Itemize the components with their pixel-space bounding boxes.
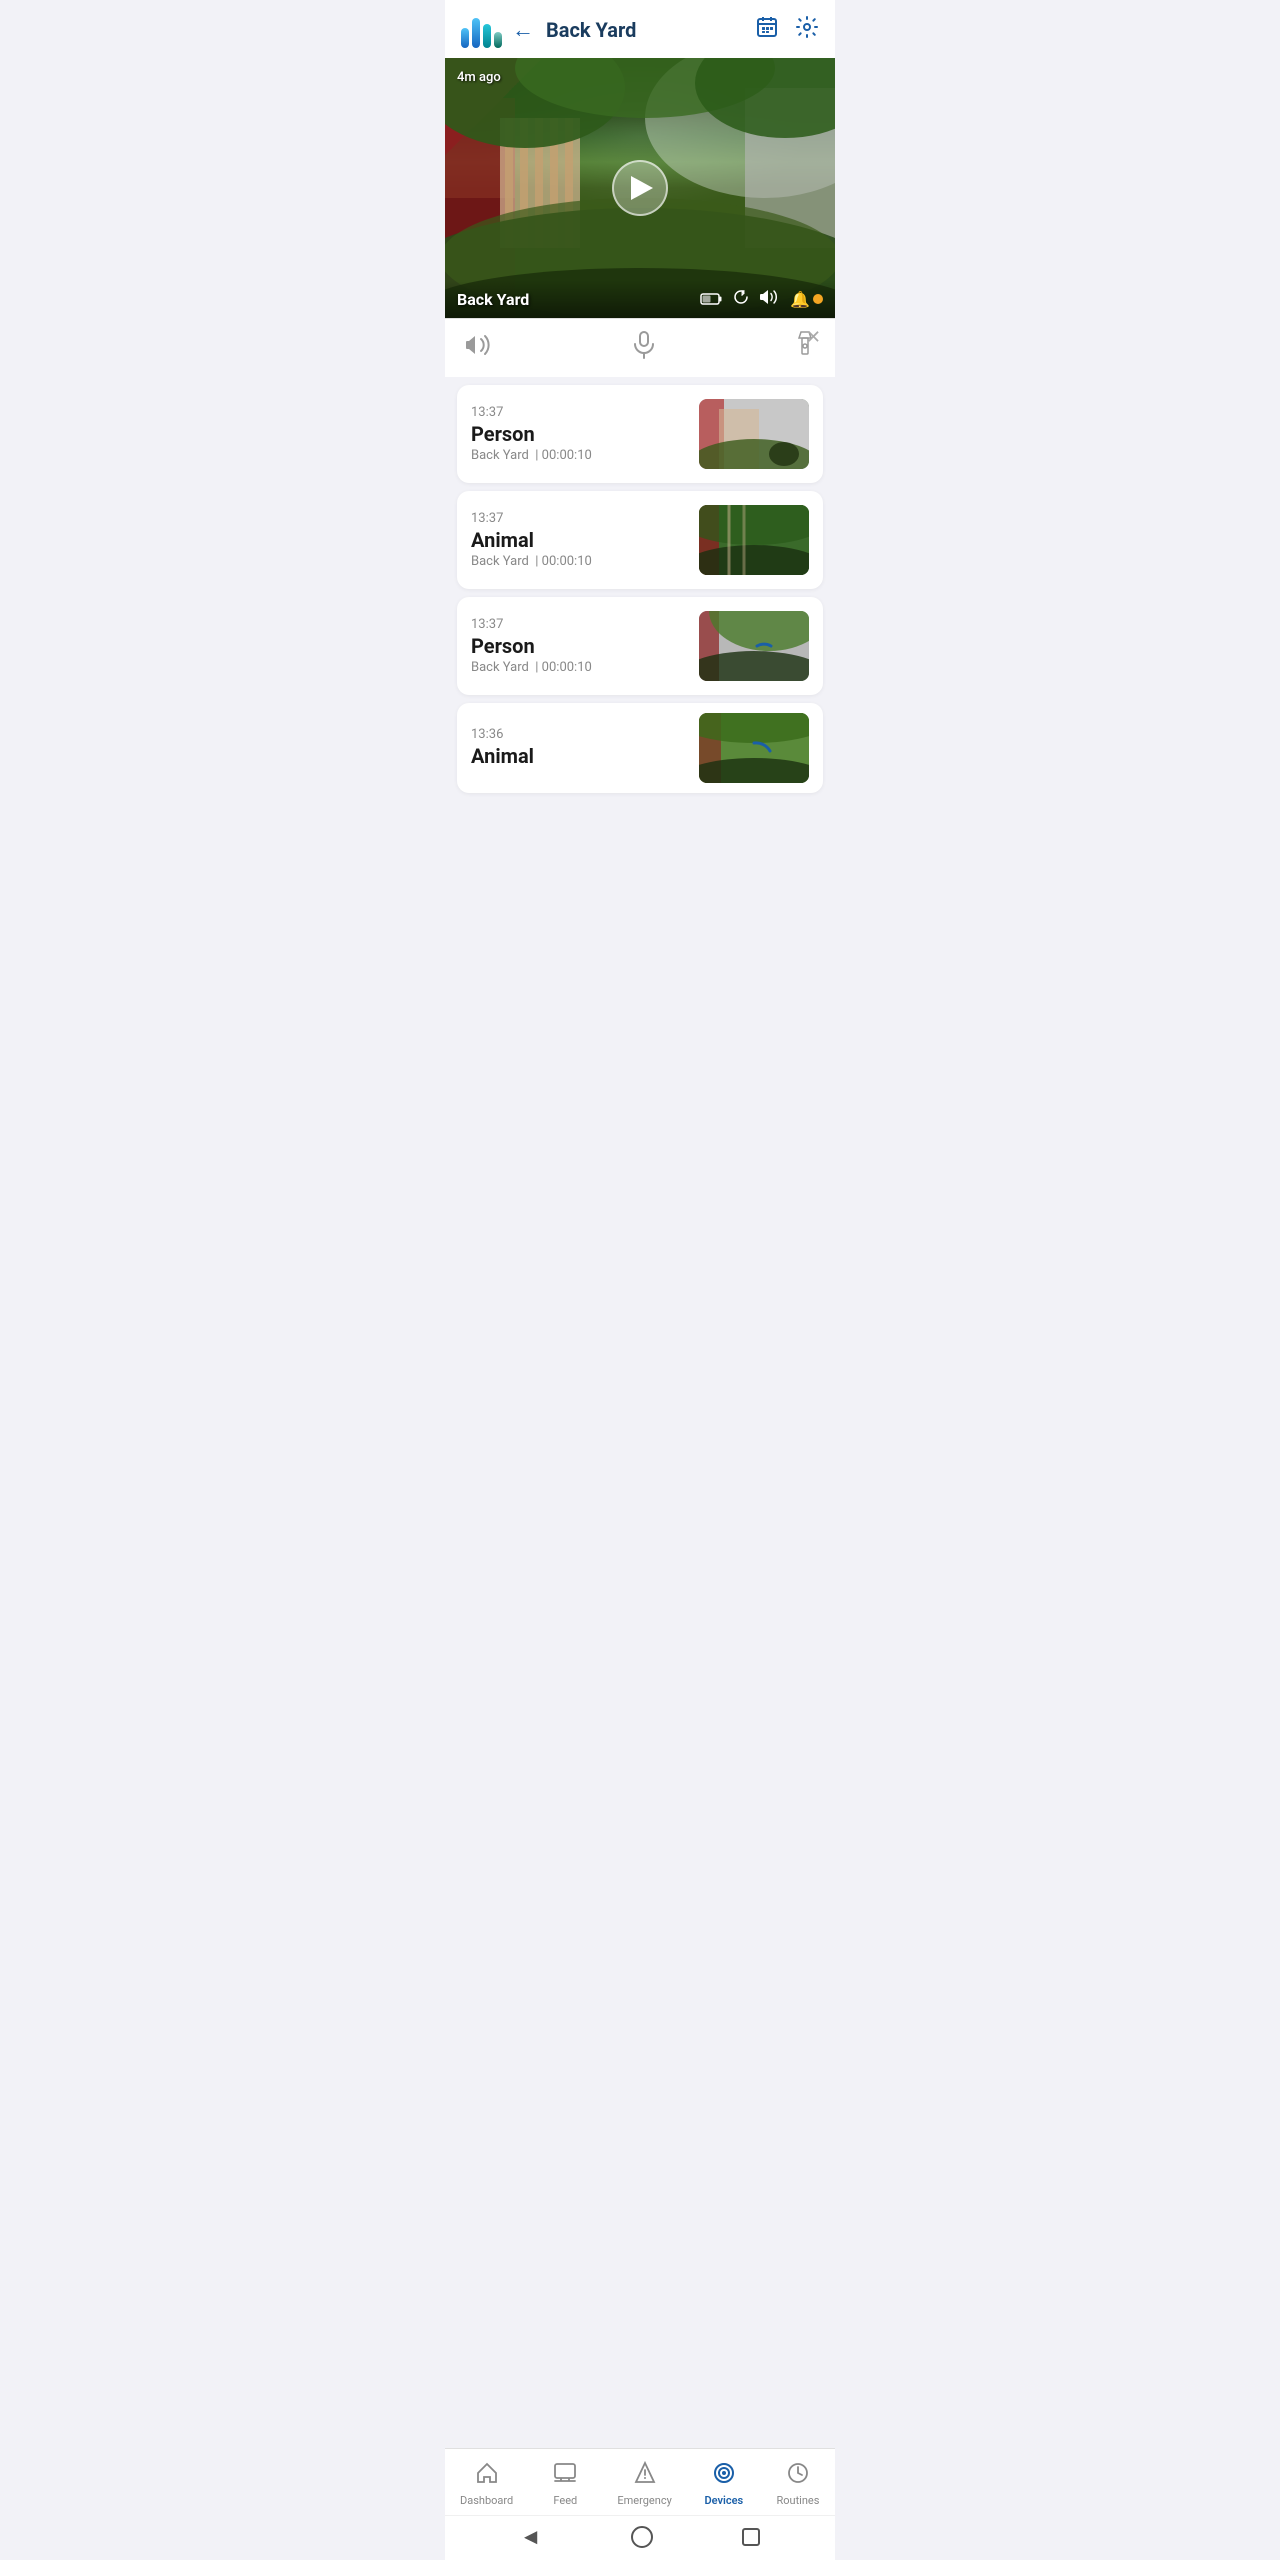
routines-icon bbox=[786, 2461, 810, 2491]
event-card-partial[interactable]: 13:36 Animal bbox=[457, 703, 823, 793]
event-meta: Back Yard | 00:00:10 bbox=[471, 554, 687, 569]
nav-label-dashboard: Dashboard bbox=[460, 2494, 513, 2507]
dashboard-icon bbox=[475, 2461, 499, 2491]
event-type: Person bbox=[471, 422, 687, 446]
camera-controls: 🔔 bbox=[700, 288, 823, 310]
volume-icon[interactable] bbox=[465, 333, 493, 363]
event-card[interactable]: 13:37 Person Back Yard | 00:00:10 bbox=[457, 597, 823, 695]
speaker-icon[interactable] bbox=[760, 288, 780, 310]
event-card[interactable]: 13:37 Person Back Yard | 00:00:10 bbox=[457, 385, 823, 483]
logo-bar-2 bbox=[472, 18, 480, 48]
event-info: 13:37 Animal Back Yard | 00:00:10 bbox=[471, 511, 699, 569]
event-info: 13:36 Animal bbox=[471, 727, 699, 770]
logo-bar-1 bbox=[461, 28, 469, 48]
event-card[interactable]: 13:37 Animal Back Yard | 00:00:10 bbox=[457, 491, 823, 589]
event-time: 13:37 bbox=[471, 405, 687, 420]
back-button[interactable]: ← bbox=[512, 17, 534, 43]
event-time: 13:37 bbox=[471, 511, 687, 526]
home-system-button[interactable] bbox=[631, 2526, 653, 2548]
nav-label-devices: Devices bbox=[705, 2494, 744, 2507]
event-type: Animal bbox=[471, 528, 687, 552]
microphone-icon[interactable] bbox=[632, 331, 656, 365]
close-button[interactable]: ✕ bbox=[806, 327, 821, 348]
nav-item-emergency[interactable]: Emergency bbox=[609, 2457, 679, 2511]
event-thumbnail bbox=[699, 505, 809, 575]
events-list: 13:37 Person Back Yard | 00:00:10 13:37 … bbox=[445, 377, 835, 883]
app-logo bbox=[461, 12, 502, 48]
bottom-nav: Dashboard Feed Emergency bbox=[445, 2448, 835, 2560]
logo-bar-3 bbox=[483, 24, 491, 48]
event-thumbnail bbox=[699, 611, 809, 681]
emergency-icon bbox=[633, 2461, 657, 2491]
nav-items: Dashboard Feed Emergency bbox=[445, 2457, 835, 2515]
event-info: 13:37 Person Back Yard | 00:00:10 bbox=[471, 405, 699, 463]
system-nav-bar: ◄ bbox=[445, 2515, 835, 2560]
control-bar: ✕ bbox=[445, 318, 835, 377]
nav-label-routines: Routines bbox=[776, 2494, 819, 2507]
event-thumbnail bbox=[699, 399, 809, 469]
page-title: Back Yard bbox=[546, 18, 636, 42]
nav-label-emergency: Emergency bbox=[617, 2494, 671, 2507]
bell-icon: 🔔 bbox=[790, 290, 810, 309]
event-meta: Back Yard | 00:00:10 bbox=[471, 448, 687, 463]
logo-bar-4 bbox=[494, 32, 502, 48]
battery-icon bbox=[700, 290, 722, 309]
camera-timestamp: 4m ago bbox=[457, 70, 501, 85]
event-meta: Back Yard | 00:00:10 bbox=[471, 660, 687, 675]
camera-feed[interactable]: 4m ago Back Yard bbox=[445, 58, 835, 318]
recents-system-button[interactable] bbox=[742, 2528, 760, 2546]
nav-item-dashboard[interactable]: Dashboard bbox=[452, 2457, 521, 2511]
event-time: 13:36 bbox=[471, 727, 687, 742]
event-thumbnail bbox=[699, 713, 809, 783]
alert-dot bbox=[813, 294, 823, 304]
nav-item-routines[interactable]: Routines bbox=[768, 2457, 828, 2511]
feed-icon bbox=[553, 2461, 577, 2491]
event-info: 13:37 Person Back Yard | 00:00:10 bbox=[471, 617, 699, 675]
nav-item-devices[interactable]: Devices bbox=[694, 2457, 754, 2511]
event-type: Animal bbox=[471, 744, 687, 768]
header-actions bbox=[755, 15, 819, 45]
event-type: Person bbox=[471, 634, 687, 658]
play-button[interactable] bbox=[612, 160, 668, 216]
event-time: 13:37 bbox=[471, 617, 687, 632]
back-system-button[interactable]: ◄ bbox=[520, 2524, 542, 2550]
header-left: ← Back Yard bbox=[461, 12, 636, 48]
refresh-icon[interactable] bbox=[732, 288, 750, 310]
camera-bottom-bar: Back Yard bbox=[445, 280, 835, 318]
settings-icon[interactable] bbox=[795, 15, 819, 45]
nav-item-feed[interactable]: Feed bbox=[535, 2457, 595, 2511]
alert-indicator: 🔔 bbox=[790, 290, 823, 309]
devices-icon bbox=[712, 2461, 736, 2491]
header: ← Back Yard bbox=[445, 0, 835, 58]
calendar-icon[interactable] bbox=[755, 15, 779, 45]
nav-label-feed: Feed bbox=[553, 2494, 577, 2507]
camera-name-label: Back Yard bbox=[457, 290, 529, 309]
